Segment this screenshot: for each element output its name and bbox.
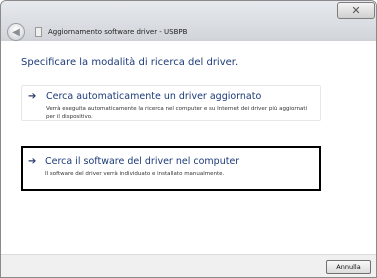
page-heading: Specificare la modalità di ricerca del d… [21,57,239,68]
right-arrow-icon: ➔ [28,91,37,102]
close-button[interactable]: ✕ [337,2,375,19]
option-title: Cerca il software del driver nel compute… [45,156,240,167]
browse-computer-option[interactable]: ➔ Cerca il software del driver nel compu… [21,146,321,191]
back-button[interactable]: ◀ [7,23,25,41]
option-description: Verrà eseguita automaticamente la ricerc… [46,106,308,120]
device-icon [35,27,42,37]
close-icon: ✕ [351,4,361,17]
main-content: Specificare la modalità di ricerca del d… [1,41,376,254]
right-arrow-icon: ➔ [28,156,37,167]
search-automatically-option[interactable]: ➔ Cerca automaticamente un driver aggior… [21,85,321,121]
cancel-button[interactable]: Annulla [326,260,371,274]
back-arrow-icon: ◀ [12,26,20,38]
driver-update-window: ✕ ◀ Aggiornamento software driver - USBP… [0,0,377,278]
option-description: Il software del driver verrà individuato… [45,171,225,177]
footer-bar: Annulla [1,254,376,277]
title-bar: ✕ ◀ Aggiornamento software driver - USBP… [1,1,376,41]
window-title: Aggiornamento software driver - USBPB [48,28,188,36]
option-title: Cerca automaticamente un driver aggiorna… [46,91,262,102]
